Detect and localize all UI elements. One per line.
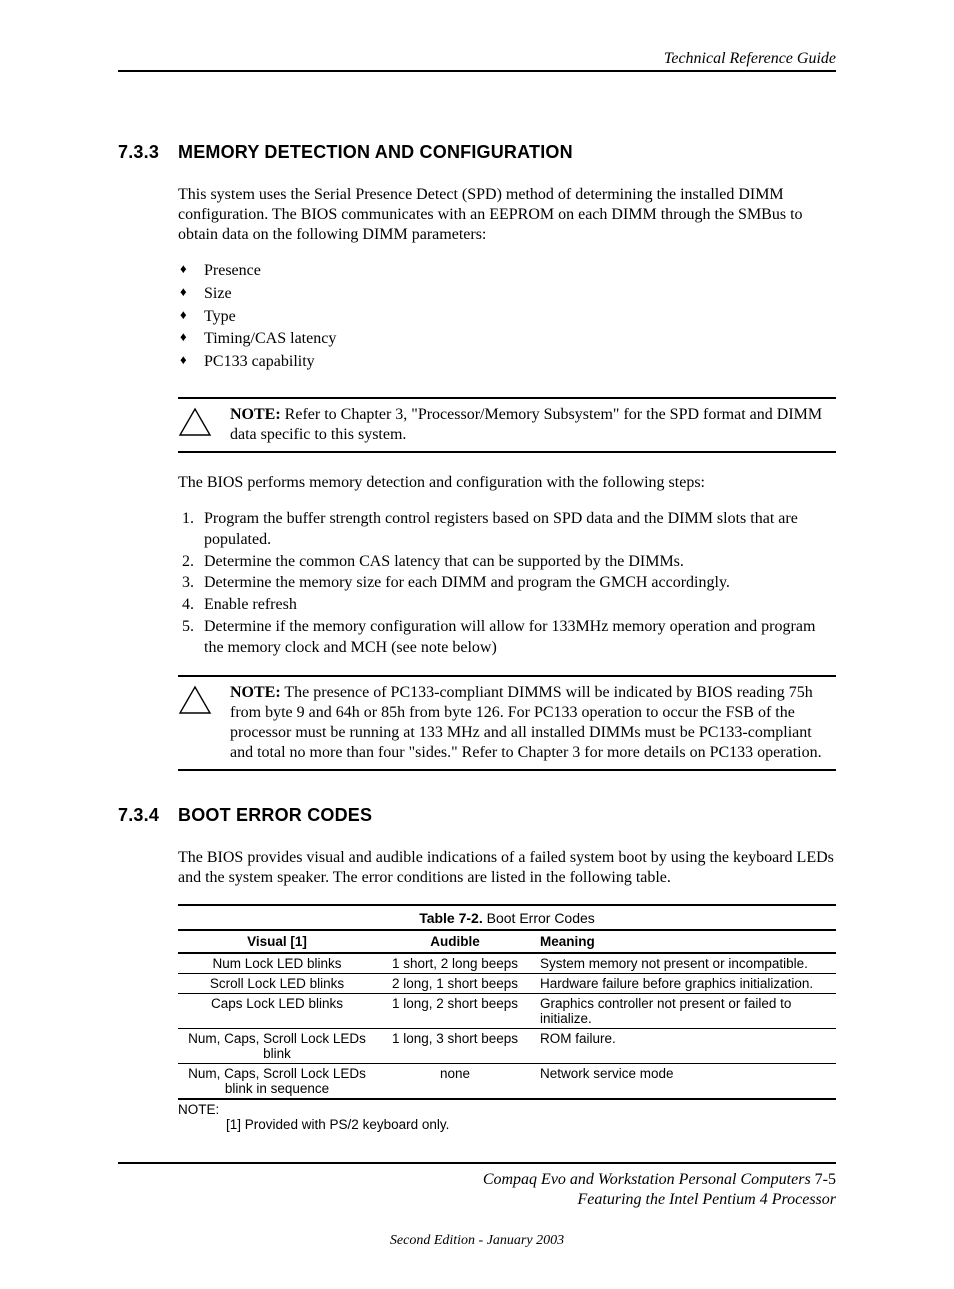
table-row: Scroll Lock LED blinks 2 long, 1 short b… [178,973,836,993]
cell-audible: 2 long, 1 short beeps [376,973,534,993]
footer-title: Compaq Evo and Workstation Personal Comp… [483,1171,811,1188]
page-number: 7-5 [811,1171,836,1188]
note-body: Refer to Chapter 3, "Processor/Memory Su… [230,406,822,443]
table-note: NOTE: [1] Provided with PS/2 keyboard on… [178,1102,836,1132]
col-header-audible: Audible [376,930,534,953]
list-item: Determine if the memory configuration wi… [198,617,836,659]
table-row: Num, Caps, Scroll Lock LEDs blink 1 long… [178,1028,836,1063]
note-box-2: NOTE: The presence of PC133-compliant DI… [178,675,836,771]
col-header-visual: Visual [1] [178,930,376,953]
table-row: Num Lock LED blinks 1 short, 2 long beep… [178,953,836,974]
running-header: Technical Reference Guide [118,50,836,72]
cell-visual: Num, Caps, Scroll Lock LEDs blink [178,1028,376,1063]
note-label: NOTE: [230,684,281,701]
list-item: Enable refresh [198,595,836,616]
note-label: NOTE: [230,406,281,423]
section-7-3-4-heading: 7.3.4 BOOT ERROR CODES [118,805,836,826]
note-text: NOTE: Refer to Chapter 3, "Processor/Mem… [230,405,836,445]
list-item: Determine the common CAS latency that ca… [198,552,836,573]
cell-audible: none [376,1063,534,1099]
section-title: MEMORY DETECTION AND CONFIGURATION [178,142,836,163]
edition-line: Second Edition - January 2003 [118,1233,836,1249]
cell-audible: 1 short, 2 long beeps [376,953,534,974]
section-7-3-4-body: The BIOS provides visual and audible ind… [178,848,836,1132]
cell-visual: Scroll Lock LED blinks [178,973,376,993]
cell-audible: 1 long, 2 short beeps [376,993,534,1028]
list-item: Program the buffer strength control regi… [198,509,836,551]
cell-visual: Caps Lock LED blinks [178,993,376,1028]
caution-triangle-icon [178,405,230,437]
table-row: Caps Lock LED blinks 1 long, 2 short bee… [178,993,836,1028]
table-row: Num, Caps, Scroll Lock LEDs blink in seq… [178,1063,836,1099]
cell-meaning: Network service mode [534,1063,836,1099]
caption-number: Table 7-2. [419,910,483,926]
note-box-1: NOTE: Refer to Chapter 3, "Processor/Mem… [178,397,836,453]
table-footnote: [1] Provided with PS/2 keyboard only. [226,1117,836,1132]
caution-triangle-icon [178,683,230,715]
cell-audible: 1 long, 3 short beeps [376,1028,534,1063]
cell-meaning: Graphics controller not present or faile… [534,993,836,1028]
list-item: PC133 capability [178,352,836,373]
section-number: 7.3.3 [118,142,178,163]
footer-subtitle: Featuring the Intel Pentium 4 Processor [118,1190,836,1211]
caption-title: Boot Error Codes [483,910,595,926]
col-header-meaning: Meaning [534,930,836,953]
page: Technical Reference Guide 7.3.3 MEMORY D… [0,0,954,1289]
bios-steps-list: Program the buffer strength control regi… [178,509,836,659]
section-7-3-3-heading: 7.3.3 MEMORY DETECTION AND CONFIGURATION [118,142,836,163]
section-7-3-3-body: This system uses the Serial Presence Det… [178,185,836,771]
intro-paragraph: The BIOS provides visual and audible ind… [178,848,836,888]
list-item: Determine the memory size for each DIMM … [198,573,836,594]
table-header-row: Visual [1] Audible Meaning [178,930,836,953]
page-footer: Compaq Evo and Workstation Personal Comp… [118,1162,836,1212]
table-note-label: NOTE: [178,1102,219,1117]
cell-visual: Num Lock LED blinks [178,953,376,974]
mid-paragraph: The BIOS performs memory detection and c… [178,473,836,493]
cell-meaning: ROM failure. [534,1028,836,1063]
boot-error-table: Table 7-2. Boot Error Codes Visual [1] A… [178,904,836,1132]
dimm-param-list: Presence Size Type Timing/CAS latency PC… [178,261,836,373]
list-item: Size [178,284,836,305]
section-number: 7.3.4 [118,805,178,826]
cell-meaning: System memory not present or incompatibl… [534,953,836,974]
section-title: BOOT ERROR CODES [178,805,836,826]
intro-paragraph: This system uses the Serial Presence Det… [178,185,836,245]
cell-meaning: Hardware failure before graphics initial… [534,973,836,993]
note-body: The presence of PC133-compliant DIMMS wi… [230,684,822,761]
note-text: NOTE: The presence of PC133-compliant DI… [230,683,836,763]
list-item: Timing/CAS latency [178,329,836,350]
list-item: Presence [178,261,836,282]
cell-visual: Num, Caps, Scroll Lock LEDs blink in seq… [178,1063,376,1099]
table-caption: Table 7-2. Boot Error Codes [178,905,836,930]
list-item: Type [178,307,836,328]
